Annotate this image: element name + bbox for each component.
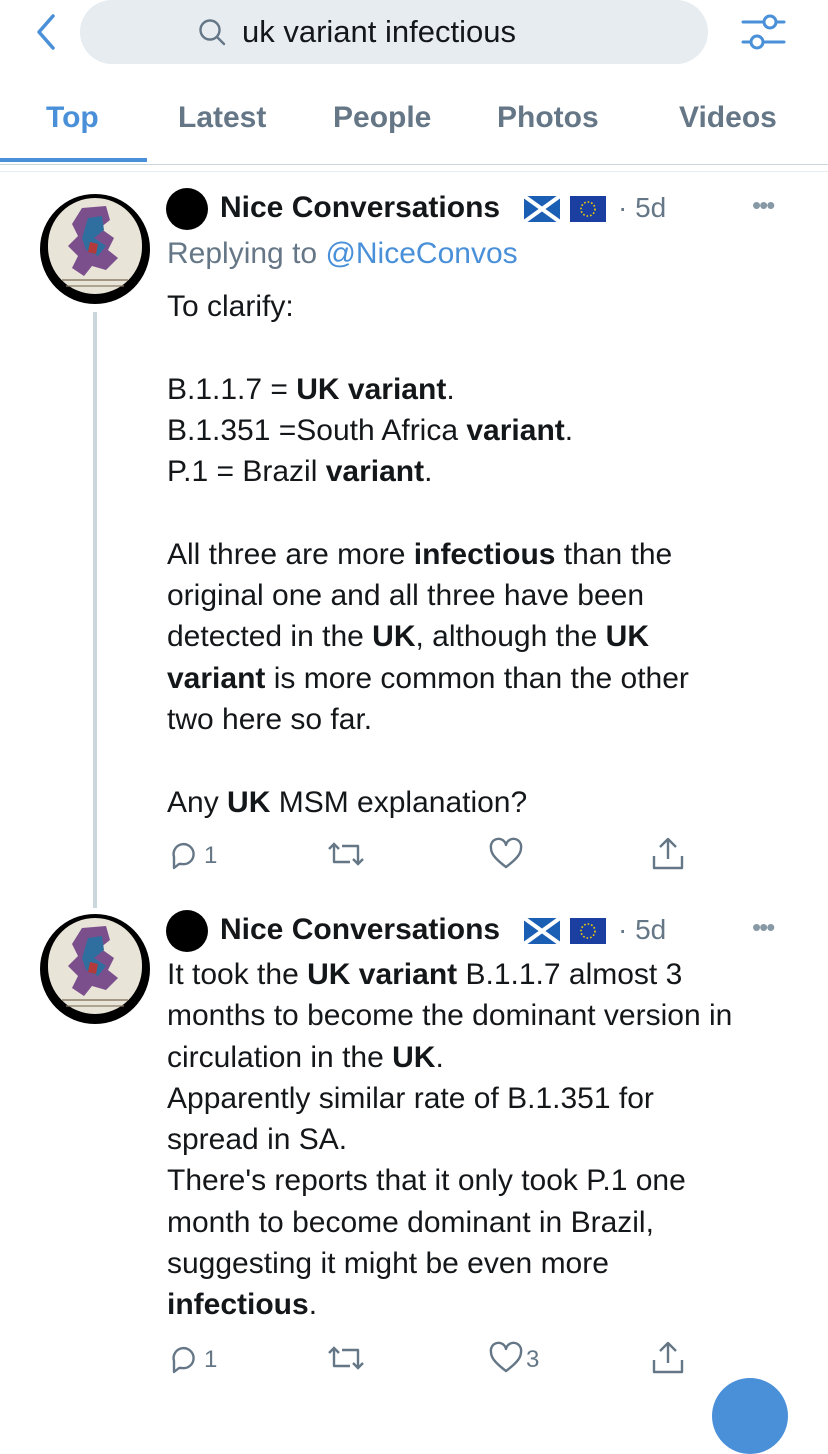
- share-icon: [652, 1341, 684, 1374]
- tweet-age-value: 5d: [635, 192, 667, 223]
- search-icon: [199, 19, 226, 46]
- text-segment: , although the: [415, 620, 606, 654]
- text-segment: It took the: [167, 958, 308, 991]
- black-circle-emoji: [166, 910, 208, 952]
- tweet-age-value: 5d: [635, 914, 667, 945]
- like-count: 3: [526, 1346, 540, 1373]
- reply-count: 1: [204, 1346, 218, 1373]
- author-name[interactable]: Nice Conversations: [220, 190, 500, 226]
- text-segment: .: [308, 1288, 318, 1322]
- more-button[interactable]: •••: [752, 190, 775, 221]
- tweet-text: To clarify: B.1.1.7 = UK variant. B.1.35…: [167, 286, 797, 823]
- avatar[interactable]: [40, 914, 150, 1024]
- author-name[interactable]: Nice Conversations: [220, 912, 500, 948]
- compose-tweet-button[interactable]: [712, 1378, 788, 1454]
- eu-flag-icon: [570, 196, 606, 222]
- map-avatar-icon: [62, 926, 128, 1007]
- scotland-flag-icon: [524, 196, 560, 222]
- scotland-flag-icon: [524, 918, 560, 944]
- tweet-actions: 1: [166, 836, 706, 876]
- highlighted-term: UK: [392, 1040, 436, 1074]
- active-tab-indicator: [0, 158, 147, 162]
- text-segment: To clarify: B.1.1.7 =: [167, 290, 294, 406]
- reply-count: 1: [204, 842, 218, 869]
- black-circle-emoji: [166, 188, 208, 230]
- more-button[interactable]: •••: [752, 912, 775, 943]
- divider: [0, 171, 828, 172]
- tab-people[interactable]: People: [333, 100, 431, 136]
- tweet-text: It took the UK variant B.1.1.7 almost 3 …: [167, 954, 797, 1326]
- avatar[interactable]: [40, 194, 150, 304]
- tab-photos[interactable]: Photos: [497, 100, 599, 136]
- avatar-image: [48, 918, 142, 1014]
- search-filter-button[interactable]: [740, 12, 788, 56]
- tab-top[interactable]: Top: [46, 100, 99, 136]
- highlighted-term: UK: [227, 785, 271, 819]
- highlighted-term: UK variant: [296, 372, 447, 406]
- tweet-actions: 1 3: [166, 1340, 706, 1380]
- tweet-header: Nice Conversations · 5d: [166, 910, 786, 952]
- highlighted-term: variant: [466, 413, 565, 447]
- replying-to: Replying to @NiceConvos: [167, 236, 518, 272]
- highlighted-term: variant: [325, 455, 425, 489]
- retweet-icon: [328, 1346, 364, 1370]
- sliders-icon: [741, 14, 786, 50]
- back-button[interactable]: [28, 12, 68, 52]
- avatar-image: [48, 198, 142, 294]
- replying-handle[interactable]: @NiceConvos: [325, 237, 517, 270]
- highlighted-term: UK: [372, 620, 416, 654]
- search-query: uk variant infectious: [242, 14, 516, 49]
- search-tabs: Top Latest People Photos Videos: [0, 88, 828, 165]
- tab-videos[interactable]: Videos: [679, 100, 777, 136]
- tweet-header: Nice Conversations · 5d: [166, 188, 786, 230]
- reply-icon: [172, 1346, 195, 1374]
- tweet-age: · 5d: [618, 914, 667, 945]
- eu-flag-icon: [570, 918, 606, 944]
- highlighted-term: UK variant: [307, 958, 458, 991]
- replying-prefix: Replying to: [167, 237, 326, 270]
- share-icon: [652, 837, 684, 870]
- top-bar: uk variant infectious: [0, 0, 828, 72]
- text-segment: . Apparently similar rate of B.1.351 for…: [167, 1040, 686, 1281]
- tweet-age: · 5d: [618, 192, 667, 223]
- highlighted-term: infectious: [167, 1288, 309, 1322]
- search-input[interactable]: uk variant infectious: [80, 0, 708, 64]
- highlighted-term: infectious: [413, 537, 556, 571]
- tab-latest[interactable]: Latest: [178, 100, 266, 136]
- heart-icon: [489, 1341, 523, 1373]
- heart-icon: [489, 837, 523, 869]
- reply-icon: [172, 842, 195, 870]
- retweet-icon: [328, 842, 364, 866]
- thread-line: [93, 312, 97, 908]
- chevron-left-icon: [37, 14, 55, 50]
- map-avatar-icon: [62, 206, 128, 287]
- text-segment: MSM explanation?: [270, 785, 528, 819]
